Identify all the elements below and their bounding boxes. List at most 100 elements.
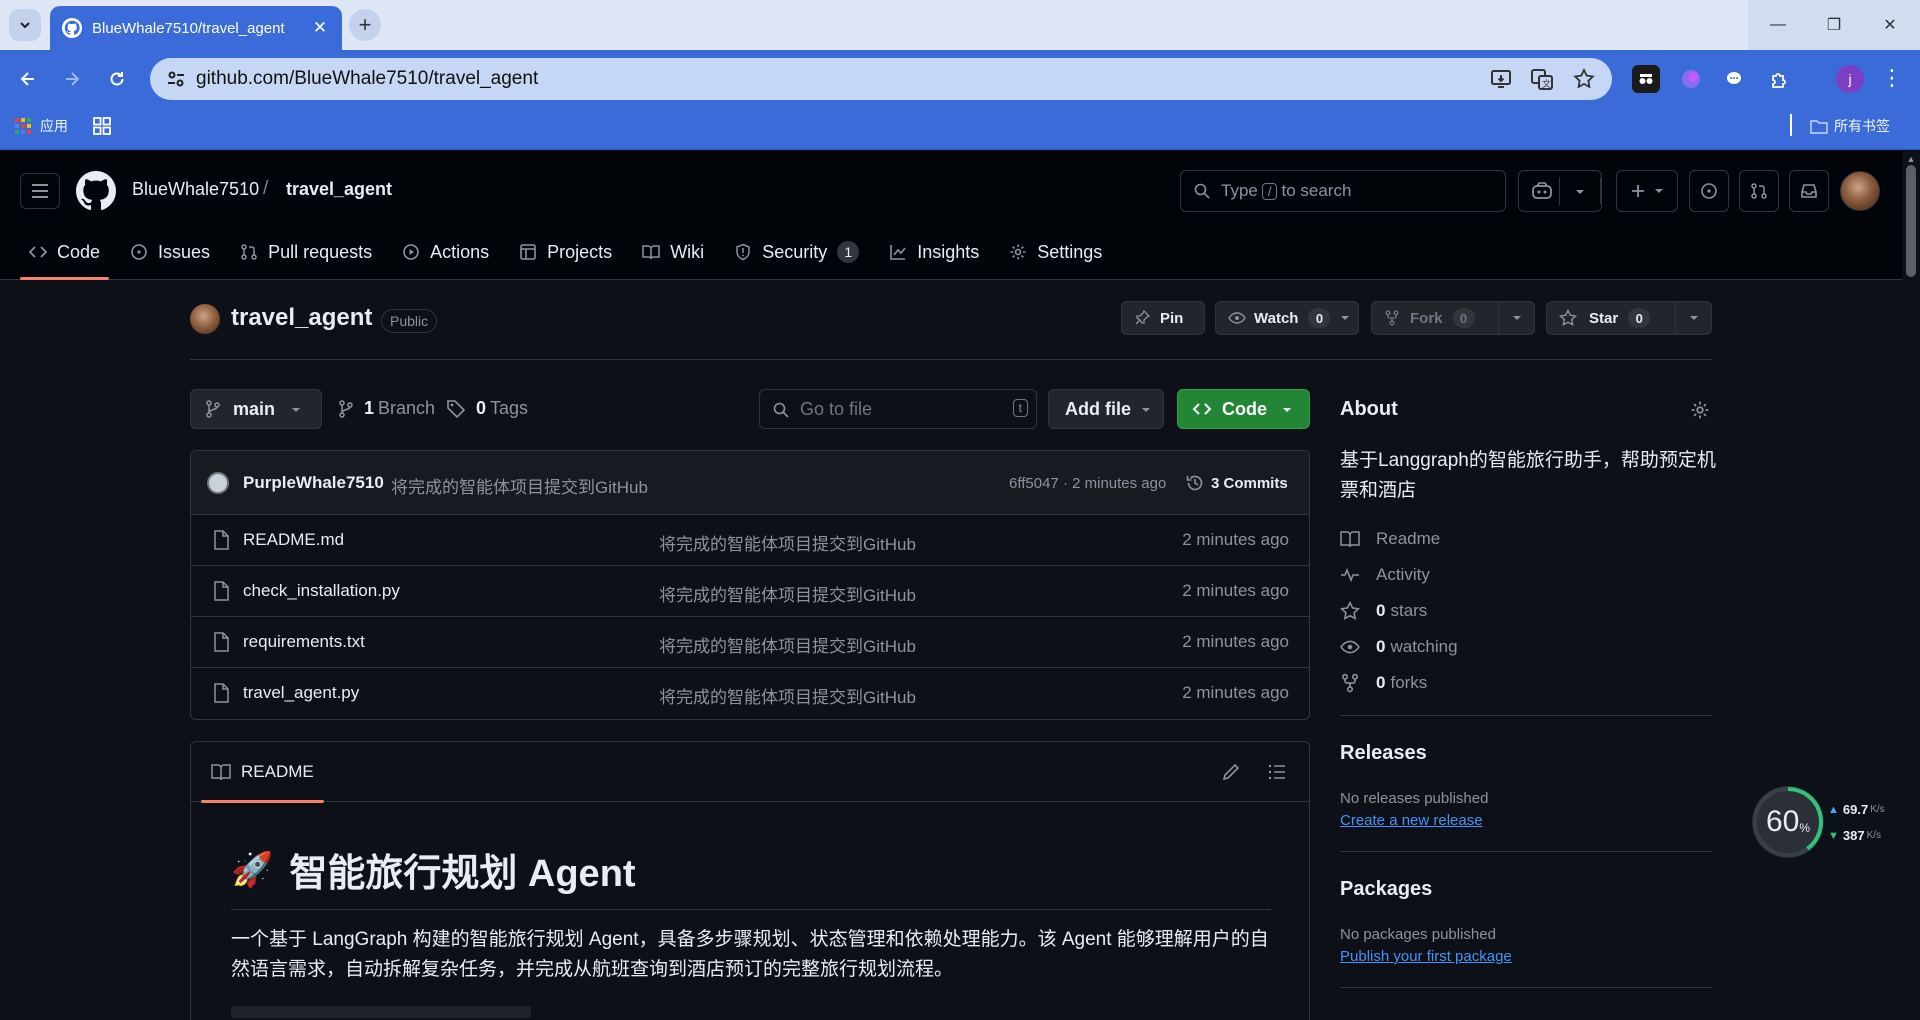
file-name[interactable]: check_installation.py <box>243 581 400 601</box>
reload-button[interactable] <box>101 64 133 94</box>
star-icon <box>1340 601 1360 620</box>
packages-title[interactable]: Packages <box>1340 878 1432 901</box>
extensions-puzzle-icon[interactable] <box>1766 65 1794 93</box>
tab-search-button[interactable] <box>9 9 41 41</box>
page-scrollbar[interactable] <box>1902 151 1920 1020</box>
ext-chat-icon[interactable] <box>1720 65 1748 93</box>
ext-incognito-icon[interactable] <box>1632 65 1660 93</box>
copilot-button[interactable] <box>1518 170 1602 212</box>
file-commit-message[interactable]: 将完成的智能体项目提交到GitHub <box>659 530 916 555</box>
scroll-up-arrow[interactable]: ▲ <box>1905 154 1917 164</box>
go-to-file-placeholder: Go to file <box>800 398 873 419</box>
new-tab-button[interactable]: + <box>349 9 381 41</box>
watch-button[interactable]: Watch 0 <box>1215 301 1359 335</box>
pull-requests-header-button[interactable] <box>1739 170 1779 212</box>
file-row[interactable]: travel_agent.py 将完成的智能体项目提交到GitHub 2 min… <box>191 668 1309 719</box>
chevron-down-icon <box>292 408 300 412</box>
site-settings-icon[interactable] <box>164 67 188 91</box>
tab-pull-requests[interactable]: Pull requests <box>231 232 381 272</box>
minimize-button[interactable]: — <box>1750 0 1806 50</box>
global-menu-button[interactable] <box>20 173 60 209</box>
browser-tab-active[interactable]: BlueWhale7510/travel_agent ✕ <box>50 6 342 50</box>
translate-icon[interactable]: 文 <box>1530 67 1554 91</box>
about-watching-link[interactable]: 0 watching <box>1340 634 1458 660</box>
repo-owner-avatar[interactable] <box>190 304 220 334</box>
file-row[interactable]: requirements.txt 将完成的智能体项目提交到GitHub 2 mi… <box>191 617 1309 668</box>
repo-name[interactable]: travel_agent <box>231 304 372 332</box>
close-window-button[interactable]: ✕ <box>1862 0 1918 50</box>
gear-icon[interactable] <box>1690 400 1710 420</box>
create-release-link[interactable]: Create a new release <box>1340 812 1483 829</box>
commit-author-avatar[interactable] <box>207 472 229 494</box>
releases-title[interactable]: Releases <box>1340 742 1427 765</box>
file-row[interactable]: check_installation.py 将完成的智能体项目提交到GitHub… <box>191 566 1309 617</box>
forward-button[interactable] <box>56 64 88 94</box>
global-search-input[interactable]: Type / to search <box>1180 170 1506 212</box>
tab-projects[interactable]: Projects <box>510 232 621 272</box>
tab-close-icon[interactable]: ✕ <box>310 18 330 38</box>
inbox-button[interactable] <box>1789 170 1829 212</box>
list-unordered-icon[interactable] <box>1267 762 1287 782</box>
address-bar[interactable]: github.com/BlueWhale7510/travel_agent <box>150 58 1612 100</box>
about-stars-link[interactable]: 0 stars <box>1340 598 1427 624</box>
branches-link[interactable]: 1 Branch <box>338 398 435 419</box>
tab-settings[interactable]: Settings <box>1000 232 1111 272</box>
star-button[interactable]: Star 0 <box>1546 301 1712 335</box>
browser-menu-button[interactable]: ⋮ <box>1880 64 1904 94</box>
readme-tab[interactable]: README <box>201 742 324 803</box>
github-logo-icon[interactable] <box>76 171 116 211</box>
ext-gemini-icon[interactable] <box>1677 65 1705 93</box>
all-bookmarks-button[interactable]: 所有书签 <box>1810 114 1890 138</box>
commit-hash-time[interactable]: 6ff5047 · 2 minutes ago <box>1009 475 1166 492</box>
commit-message[interactable]: 将完成的智能体项目提交到GitHub <box>391 473 648 498</box>
tab-code[interactable]: Code <box>20 232 110 280</box>
file-commit-message[interactable]: 将完成的智能体项目提交到GitHub <box>659 581 916 606</box>
branch-selector[interactable]: main <box>190 389 322 429</box>
back-button[interactable] <box>12 64 44 94</box>
file-commit-message[interactable]: 将完成的智能体项目提交到GitHub <box>659 632 916 657</box>
tab-insights[interactable]: Insights <box>880 232 988 272</box>
create-new-button[interactable] <box>1616 170 1678 212</box>
hamburger-icon <box>32 184 48 198</box>
book-icon <box>642 245 660 260</box>
fork-button[interactable]: Fork 0 <box>1371 301 1535 335</box>
file-name[interactable]: README.md <box>243 530 344 550</box>
pencil-icon[interactable] <box>1221 762 1241 782</box>
add-file-label: Add file <box>1065 398 1131 419</box>
profile-avatar-button[interactable]: j <box>1836 65 1864 93</box>
file-commit-message[interactable]: 将完成的智能体项目提交到GitHub <box>659 683 916 708</box>
tab-wiki[interactable]: Wiki <box>633 232 713 272</box>
restore-button[interactable]: ❐ <box>1806 0 1862 50</box>
tab-issues[interactable]: Issues <box>121 232 219 272</box>
scrollbar-thumb[interactable] <box>1906 165 1916 277</box>
user-avatar[interactable] <box>1840 171 1880 211</box>
go-to-file-input[interactable]: Go to file t <box>759 389 1037 429</box>
code-dropdown-button[interactable]: Code <box>1177 389 1310 429</box>
network-speed-widget[interactable]: 60% ▲ 69.7 K/s ▼ 387 K/s <box>1752 786 1890 858</box>
commits-link[interactable]: 3 Commits <box>1185 473 1288 493</box>
readme-next-heading-peek <box>231 1006 531 1018</box>
about-forks-link[interactable]: 0 forks <box>1340 670 1427 696</box>
file-name[interactable]: travel_agent.py <box>243 683 359 703</box>
tab-security[interactable]: Security 1 <box>725 232 868 272</box>
bookmark-star-icon[interactable] <box>1572 67 1596 91</box>
file-row[interactable]: README.md 将完成的智能体项目提交到GitHub 2 minutes a… <box>191 515 1309 566</box>
search-suffix: to search <box>1281 181 1352 200</box>
bookmark-apps[interactable]: 应用 <box>14 114 68 138</box>
tab-groups-button[interactable] <box>92 114 112 138</box>
star-dropdown[interactable] <box>1675 302 1711 334</box>
publish-package-link[interactable]: Publish your first package <box>1340 948 1512 965</box>
issues-header-button[interactable] <box>1689 170 1729 212</box>
breadcrumb-repo[interactable]: travel_agent <box>286 179 392 200</box>
install-app-icon[interactable] <box>1489 67 1513 91</box>
fork-dropdown[interactable] <box>1498 302 1534 334</box>
breadcrumb-owner[interactable]: BlueWhale7510 <box>132 179 259 200</box>
tags-link[interactable]: 0 Tags <box>446 398 528 419</box>
add-file-button[interactable]: Add file <box>1048 389 1164 429</box>
tab-actions[interactable]: Actions <box>393 232 498 272</box>
about-activity-link[interactable]: Activity <box>1340 562 1430 588</box>
commit-author[interactable]: PurpleWhale7510 <box>243 473 384 493</box>
pin-button[interactable]: Pin <box>1121 301 1205 335</box>
about-readme-link[interactable]: Readme <box>1340 526 1440 552</box>
file-name[interactable]: requirements.txt <box>243 632 365 652</box>
